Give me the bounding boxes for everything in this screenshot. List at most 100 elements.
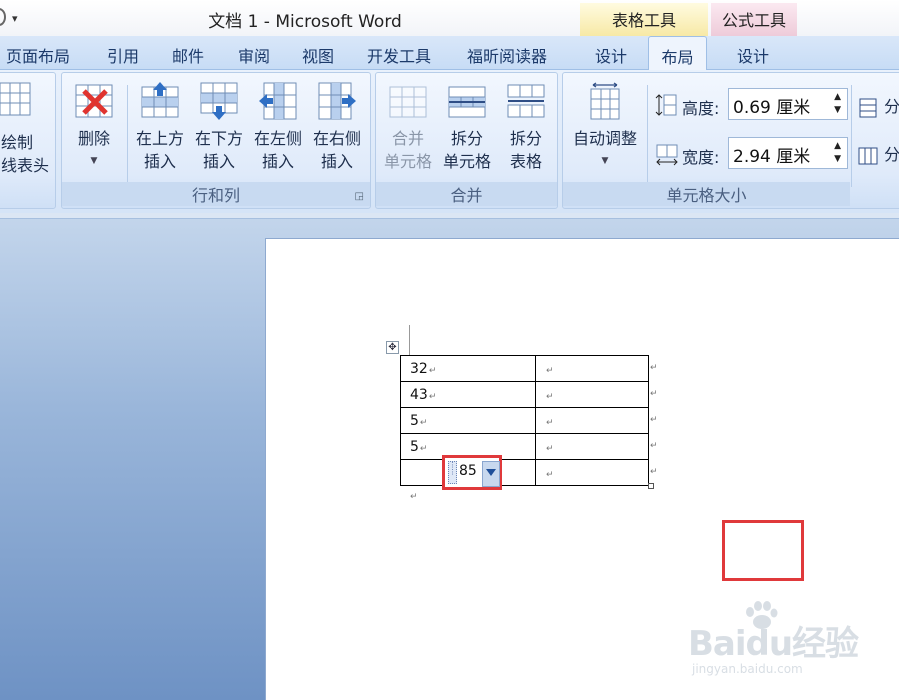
insert-row-above-icon (141, 82, 179, 118)
dialog-launcher-icon[interactable]: ◲ (355, 191, 364, 202)
table-row: 43↵ ↵ (400, 381, 649, 408)
split-cells-label-1: 拆分 (450, 129, 483, 148)
table-resize-handle[interactable] (648, 483, 654, 489)
rows-columns-group: 删除 ▼ 在上方 插入 在下方 插入 在左侧 插入 在右侧 插入 行和列 ◲ (61, 72, 371, 209)
merge-cells-label-1: 合并 (391, 129, 424, 148)
column-width-icon (656, 144, 678, 166)
spin-down-icon[interactable]: ▼ (834, 154, 841, 164)
table-move-handle-icon[interactable]: ✥ (386, 341, 399, 354)
table-row: 32↵ ↵ (400, 355, 649, 382)
tab-developer[interactable]: 开发工具 (367, 43, 431, 67)
split-table-label-2: 表格 (509, 152, 542, 171)
tab-table-design[interactable]: 设计 (595, 43, 627, 67)
margin-corner-mark (409, 325, 410, 355)
table-row: 5↵ ↵ (400, 433, 649, 460)
formula-field-highlight[interactable]: ⋮ ⋮ 85 (442, 455, 502, 490)
row-height-value: 0.69 厘米 (733, 98, 811, 118)
insert-above-label-2: 插入 (143, 152, 176, 171)
document-table[interactable]: 32↵ ↵ 43↵ ↵ 5↵ ↵ 5↵ ↵ ↵ (400, 355, 649, 486)
ruler-strip (0, 213, 899, 219)
tab-mailings[interactable]: 邮件 (172, 43, 204, 67)
annotation-highlight-box (722, 520, 804, 581)
column-width-spinner[interactable]: 2.94 厘米 ▲ ▼ (728, 137, 848, 169)
tab-formula-design[interactable]: 设计 (737, 43, 769, 67)
tab-table-layout[interactable]: 布局 (648, 36, 707, 72)
formula-tools-context-label: 公式工具 (711, 3, 797, 36)
row-end-mark: ↵ (650, 467, 658, 477)
chevron-down-icon: ▼ (90, 156, 98, 166)
distribute-rows-label: 分 (884, 97, 899, 116)
table-cell[interactable]: 32↵ (400, 355, 536, 382)
autofit-button[interactable]: 自动调整 ▼ (565, 81, 645, 173)
insert-right-label-1: 在右侧 (312, 129, 361, 148)
insert-above-button[interactable]: 在上方 插入 (132, 81, 188, 173)
insert-right-label-2: 插入 (320, 152, 353, 171)
insert-row-below-icon (200, 82, 238, 120)
group-separator (127, 85, 128, 187)
table-cell[interactable]: ↵ (535, 407, 649, 434)
table-cell[interactable]: ↵ (535, 355, 649, 382)
height-label: 高度: (682, 99, 720, 118)
insert-right-button[interactable]: 在右侧 插入 (309, 81, 365, 173)
column-width-value: 2.94 厘米 (733, 147, 811, 167)
group-separator (851, 85, 852, 187)
spin-up-icon[interactable]: ▲ (834, 141, 841, 151)
distribute-rows-button[interactable]: 分 (857, 93, 899, 119)
split-cells-button[interactable]: 拆分 单元格 (439, 81, 495, 173)
chevron-down-icon: ▼ (601, 156, 609, 166)
tab-view[interactable]: 视图 (302, 43, 334, 67)
table-row: ↵ (400, 459, 649, 486)
title-bar: ▾ 文档 1 - Microsoft Word 表格工具 公式工具 (0, 0, 899, 36)
draw-group: 绘制 线表头 (0, 72, 56, 209)
insert-left-button[interactable]: 在左侧 插入 (250, 81, 306, 173)
table-cell[interactable]: 43↵ (400, 381, 536, 408)
tab-review[interactable]: 审阅 (238, 43, 270, 67)
tab-page-layout[interactable]: 页面布局 (6, 43, 70, 67)
window-title: 文档 1 - Microsoft Word (208, 12, 402, 32)
width-label: 宽度: (682, 148, 720, 167)
draw-line1-label: 绘制 (1, 133, 34, 152)
distribute-rows-icon (859, 98, 877, 117)
field-dropdown-button[interactable] (482, 461, 500, 487)
paragraph-mark: ↵ (410, 492, 418, 502)
row-height-spinner[interactable]: 0.69 厘米 ▲ ▼ (728, 88, 848, 120)
insert-below-label-2: 插入 (202, 152, 235, 171)
field-value[interactable]: 85 (459, 463, 477, 479)
tab-references[interactable]: 引用 (107, 43, 139, 67)
table-row: 5↵ ↵ (400, 407, 649, 434)
insert-column-left-icon (259, 82, 297, 120)
cell-size-group: 自动调整 ▼ 高度: 0.69 厘米 ▲ ▼ 宽度: 2.94 厘米 ▲ ▼ 分… (562, 72, 899, 209)
table-tools-context-label: 表格工具 (580, 3, 708, 36)
merge-cells-icon (389, 86, 427, 118)
distribute-columns-button[interactable]: 分 (857, 141, 899, 167)
ribbon: 绘制 线表头 删除 ▼ 在上方 插入 在下方 插入 在左侧 插入 在右侧 插入 … (0, 70, 899, 213)
autofit-icon (590, 82, 620, 120)
table-cell[interactable]: ↵ (535, 381, 649, 408)
table-cell[interactable]: ↵ (535, 433, 649, 460)
split-cells-label-2: 单元格 (442, 152, 491, 171)
split-table-button[interactable]: 拆分 表格 (498, 81, 554, 173)
table-cell[interactable]: ↵ (535, 459, 649, 486)
autofit-label: 自动调整 (572, 129, 637, 148)
distribute-columns-icon (858, 147, 878, 164)
chevron-down-icon (486, 469, 496, 476)
insert-below-button[interactable]: 在下方 插入 (191, 81, 247, 173)
delete-label: 删除 (77, 129, 110, 148)
baidu-jingyan-watermark: Baidu经验 jingyan.baidu.com (688, 600, 868, 685)
table-cell[interactable]: 5↵ (400, 407, 536, 434)
draw-table-icon (0, 82, 31, 116)
delete-button[interactable]: 删除 ▼ (66, 81, 122, 173)
spin-down-icon[interactable]: ▼ (834, 105, 841, 115)
spin-up-icon[interactable]: ▲ (834, 92, 841, 102)
merge-cells-button[interactable]: 合并 单元格 (380, 81, 436, 173)
insert-above-label-1: 在上方 (135, 129, 184, 148)
watermark-url: jingyan.baidu.com (692, 662, 803, 676)
draw-diagonal-header-button[interactable]: 绘制 线表头 (1, 131, 51, 177)
insert-left-label-1: 在左侧 (253, 129, 302, 148)
rows-columns-group-label: 行和列 (62, 182, 370, 206)
ribbon-tab-bar: 页面布局 引用 邮件 审阅 视图 开发工具 福昕阅读器 设计 设计 (0, 36, 899, 70)
row-end-mark: ↵ (650, 441, 658, 451)
split-cells-icon (448, 86, 486, 118)
tab-foxit-reader[interactable]: 福昕阅读器 (467, 43, 547, 67)
field-handle-icon[interactable]: ⋮ ⋮ (448, 461, 457, 484)
